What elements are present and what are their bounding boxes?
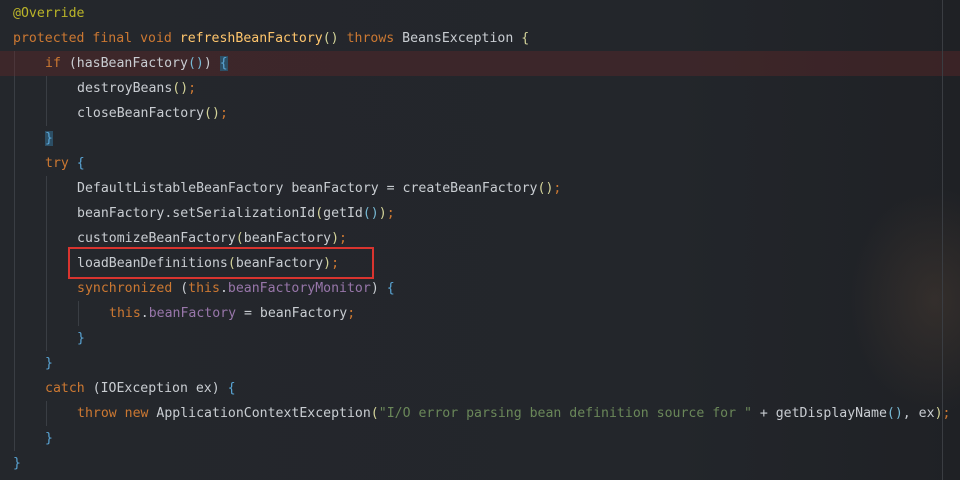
code-token: ()	[322, 31, 339, 46]
code-line[interactable]: closeBeanFactory();	[0, 101, 960, 126]
code-token: ;	[339, 231, 347, 246]
code-token: BeansException	[394, 31, 522, 46]
code-token: ()	[187, 56, 204, 71]
code-line[interactable]: }	[0, 351, 960, 376]
code-line[interactable]: }	[0, 451, 960, 476]
code-token: void	[140, 31, 172, 46]
code-token: (	[60, 56, 77, 71]
code-token: @Override	[13, 6, 85, 21]
code-token: {	[219, 56, 228, 71]
code-token: hasBeanFactory	[76, 56, 188, 71]
code-token: ;	[553, 181, 562, 196]
code-token: }	[77, 331, 85, 346]
code-token: )	[370, 281, 387, 296]
code-token: }	[45, 131, 53, 146]
code-token: DefaultListableBeanFactory beanFactory =…	[77, 181, 538, 196]
code-token: }	[45, 431, 53, 446]
code-token: catch	[45, 381, 85, 396]
code-token: )	[378, 206, 387, 221]
code-token: destroyBeans	[77, 81, 173, 96]
code-token: ;	[188, 81, 197, 96]
code-token: ()	[172, 81, 189, 96]
code-token: )	[203, 56, 220, 71]
code-token: new	[124, 406, 149, 421]
code-token: ;	[386, 206, 395, 221]
code-token: beanFactory	[243, 231, 332, 246]
code-token: try	[45, 156, 69, 171]
code-token: this	[188, 281, 220, 296]
code-line[interactable]: this.beanFactory = beanFactory;	[0, 301, 960, 326]
code-token: ()	[204, 106, 220, 121]
code-token: = beanFactory	[236, 306, 348, 321]
code-token: , ex	[902, 406, 935, 421]
code-token: (	[370, 406, 379, 421]
code-token: ApplicationContextException	[148, 406, 371, 421]
code-line[interactable]: if (hasBeanFactory()) {	[0, 51, 960, 76]
code-line[interactable]: }	[0, 126, 960, 151]
code-token: {	[521, 31, 530, 46]
code-token: (IOException ex)	[84, 381, 228, 396]
code-token: throws	[346, 31, 395, 46]
code-line[interactable]: synchronized (this.beanFactoryMonitor) {	[0, 276, 960, 301]
code-token: throw	[77, 406, 117, 421]
code-token: .	[219, 281, 228, 296]
code-token: ;	[219, 106, 228, 121]
code-token: beanFactory	[148, 306, 237, 321]
code-token: customizeBeanFactory	[77, 231, 236, 246]
code-line[interactable]: throw new ApplicationContextException("I…	[0, 401, 960, 426]
code-token: ()	[362, 206, 379, 221]
code-token: if	[45, 56, 61, 71]
code-token: ()	[537, 181, 554, 196]
code-token: {	[227, 381, 236, 396]
code-line[interactable]: protected final void refreshBeanFactory(…	[0, 26, 960, 51]
code-token: (	[172, 281, 189, 296]
code-line[interactable]: catch (IOException ex) {	[0, 376, 960, 401]
code-token: (	[315, 206, 324, 221]
code-line[interactable]: @Override	[0, 1, 960, 26]
code-editor[interactable]: @Override protected final void refreshBea…	[0, 0, 960, 480]
code-line[interactable]: destroyBeans();	[0, 76, 960, 101]
code-token: {	[76, 156, 85, 171]
code-line[interactable]: }	[0, 326, 960, 351]
code-token: closeBeanFactory	[77, 106, 205, 121]
code-token: ;	[942, 406, 951, 421]
code-token: synchronized	[77, 281, 173, 296]
code-token: {	[386, 281, 395, 296]
code-token: "I/O error parsing bean definition sourc…	[378, 406, 752, 421]
code-token: + getDisplayName	[751, 406, 887, 421]
code-token: getId	[323, 206, 363, 221]
code-token: }	[13, 456, 21, 471]
code-line[interactable]: beanFactory.setSerializationId(getId());	[0, 201, 960, 226]
code-line[interactable]: }	[0, 426, 960, 451]
code-token: )	[934, 406, 943, 421]
code-token: ;	[347, 306, 356, 321]
code-token: (	[235, 231, 244, 246]
code-token: protected	[13, 31, 85, 46]
code-token: final	[92, 31, 133, 46]
code-token: .	[140, 306, 149, 321]
code-token: }	[45, 356, 53, 371]
code-line[interactable]: try {	[0, 151, 960, 176]
code-token: ()	[886, 406, 903, 421]
highlight-box	[68, 247, 374, 279]
code-token: beanFactoryMonitor	[227, 281, 371, 296]
code-token: )	[331, 231, 340, 246]
code-line[interactable]: DefaultListableBeanFactory beanFactory =…	[0, 176, 960, 201]
code-token: beanFactory.setSerializationId	[77, 206, 316, 221]
code-token: refreshBeanFactory	[179, 31, 323, 46]
code-token: this	[109, 306, 141, 321]
